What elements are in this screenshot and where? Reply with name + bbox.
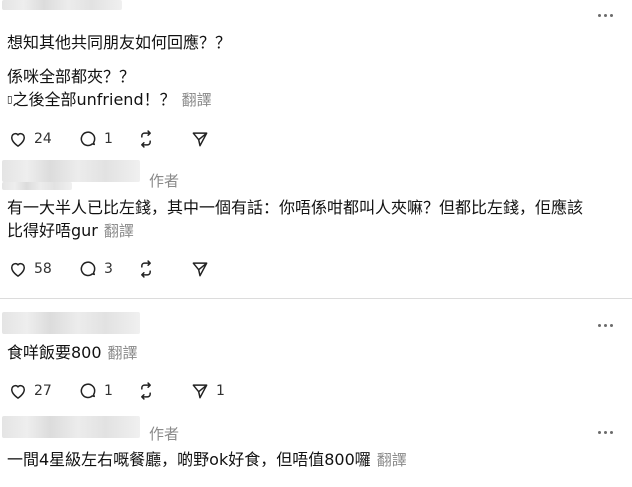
like-count: 27 [34, 383, 52, 399]
reply-button[interactable]: 1 [78, 380, 113, 402]
like-button[interactable]: 27 [8, 380, 52, 402]
comment-divider [0, 298, 632, 299]
reply-button[interactable]: 3 [78, 258, 113, 280]
comment-text: 食咩飯要800 [7, 343, 102, 362]
repost-button[interactable] [136, 380, 156, 402]
translate-link[interactable]: 翻譯 [108, 344, 138, 362]
comment-text-line: 比得好唔gur 翻譯 [7, 220, 134, 242]
reply-count: 3 [104, 261, 113, 277]
comment-text: 一間4星級左右嘅餐廳，啲野ok好食，但唔值800囉 [7, 450, 371, 469]
username-redacted [2, 0, 122, 10]
comment-text-line: 一間4星級左右嘅餐廳，啲野ok好食，但唔值800囉 翻譯 [7, 449, 407, 471]
username-redacted [2, 416, 140, 438]
username-redacted [2, 160, 140, 182]
send-icon [192, 384, 208, 399]
share-button[interactable] [190, 128, 210, 150]
comment-text-line: ▯之後全部unfriend！？ 翻譯 [7, 89, 212, 112]
send-icon [192, 132, 208, 147]
like-button[interactable]: 24 [8, 128, 52, 150]
like-count: 24 [34, 131, 52, 147]
reply-button[interactable]: 1 [78, 128, 113, 150]
author-tag: 作者 [149, 172, 180, 190]
repost-icon [141, 382, 151, 400]
share-count: 1 [216, 383, 225, 399]
author-tag: 作者 [149, 425, 180, 443]
translate-link[interactable]: 翻譯 [182, 91, 212, 109]
repost-icon [141, 260, 151, 278]
heart-icon [11, 262, 25, 277]
username-redacted [2, 182, 72, 190]
more-options-icon[interactable] [596, 424, 616, 440]
like-count: 58 [34, 261, 52, 277]
comment-icon [80, 131, 96, 147]
like-button[interactable]: 58 [8, 258, 52, 280]
comment-text: 比得好唔gur [7, 221, 98, 240]
more-options-icon[interactable] [596, 317, 616, 333]
repost-button[interactable] [136, 258, 156, 280]
username-redacted [2, 312, 140, 334]
translate-link[interactable]: 翻譯 [377, 451, 407, 469]
comment-text: 之後全部unfriend！？ [12, 90, 176, 109]
heart-icon [11, 132, 25, 147]
repost-button[interactable] [136, 128, 156, 150]
reply-count: 1 [104, 131, 113, 147]
repost-icon [141, 130, 151, 148]
share-button[interactable]: 1 [190, 380, 225, 402]
comment-text-line: 想知其他共同朋友如何回應？？ [7, 33, 232, 52]
share-button[interactable] [190, 258, 210, 280]
comment-text-line: 食咩飯要800 翻譯 [7, 342, 138, 364]
comment-icon [80, 261, 96, 277]
comment-text-line: 係咪全部都夾？？ [7, 67, 136, 86]
comment-text-line: 有一大半人已比左錢，其中一個有話：你唔係咁都叫人夾嘛？但都比左錢，佢應該 [7, 198, 584, 217]
reply-count: 1 [104, 383, 113, 399]
more-options-icon[interactable] [596, 7, 616, 23]
translate-link[interactable]: 翻譯 [104, 222, 134, 240]
send-icon [192, 262, 208, 277]
comment-icon [80, 383, 96, 399]
heart-icon [11, 384, 25, 399]
